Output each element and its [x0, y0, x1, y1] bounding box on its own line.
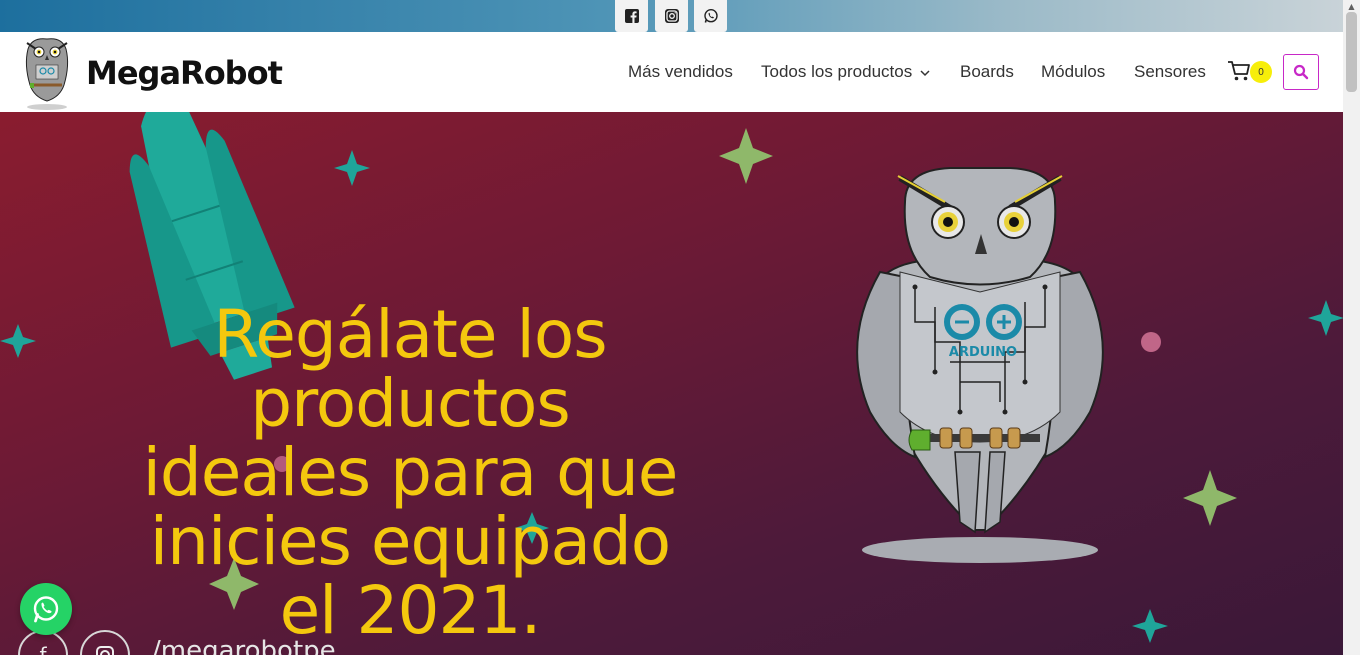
scroll-up-arrow-icon[interactable]: ▲: [1343, 0, 1360, 12]
site-header: MegaRobot Más vendidos Todos los product…: [0, 32, 1343, 112]
page-scrollbar[interactable]: [1343, 0, 1360, 655]
chevron-down-icon: [920, 69, 930, 76]
brand-name[interactable]: MegaRobot: [86, 54, 283, 92]
whatsapp-link[interactable]: [694, 0, 727, 32]
facebook-link[interactable]: [615, 0, 648, 32]
whatsapp-icon: [33, 596, 59, 623]
nav-todos-productos[interactable]: Todos los productos: [761, 62, 930, 82]
whatsapp-icon: [703, 8, 718, 23]
owl-arduino-illustration: ARDUINO: [856, 167, 1104, 563]
facebook-icon: [624, 9, 639, 23]
scrollbar-thumb[interactable]: [1346, 12, 1357, 92]
arduino-label: ARDUINO: [949, 345, 1017, 360]
top-social-bar: [0, 0, 1343, 32]
whatsapp-float-button[interactable]: [20, 583, 72, 635]
facebook-icon: f: [39, 643, 47, 655]
nav-todos-productos-label: Todos los productos: [761, 62, 913, 81]
nav-modulos[interactable]: Módulos: [1041, 62, 1105, 82]
search-icon: [1293, 64, 1309, 80]
instagram-icon: [96, 646, 114, 655]
hero-banner: ARDUINO Regálate los productos ideales p…: [0, 112, 1343, 655]
cart-icon[interactable]: [1227, 60, 1251, 82]
nav-boards[interactable]: Boards: [960, 62, 1014, 82]
social-handle[interactable]: /megarobotpe: [152, 636, 336, 655]
nav-mas-vendidos[interactable]: Más vendidos: [628, 62, 733, 82]
nav-sensores[interactable]: Sensores: [1134, 62, 1206, 82]
instagram-link[interactable]: [655, 0, 688, 32]
hero-headline: Regálate los productos ideales para que …: [142, 296, 679, 649]
instagram-icon: [664, 9, 679, 23]
cart-count-badge[interactable]: 0: [1250, 61, 1272, 83]
search-button[interactable]: [1283, 54, 1319, 90]
owl-logo-icon[interactable]: [22, 35, 72, 111]
